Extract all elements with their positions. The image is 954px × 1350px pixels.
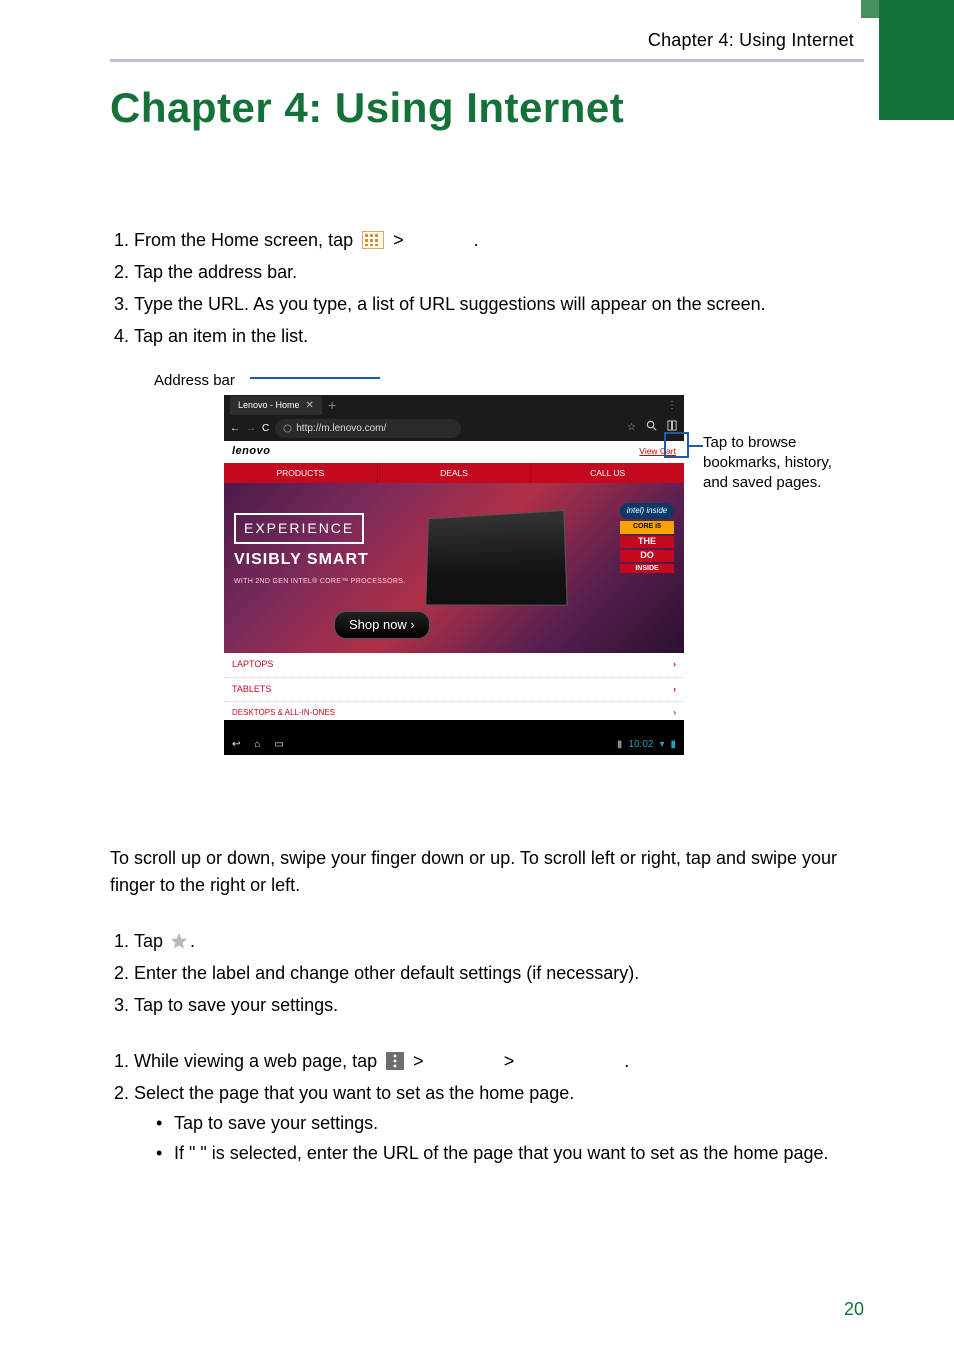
step-1-text-a: From the Home screen, tap: [134, 230, 358, 250]
step-b1-period: .: [190, 931, 195, 951]
chevron-right-icon: ›: [673, 658, 676, 672]
ss-system-bar: ↩ ⌂ ▭ ▮ 10:02 ▾ ▮: [224, 735, 684, 755]
callout-line-2: [689, 445, 703, 447]
steps-open-browser: From the Home screen, tap > . Tap the ad…: [110, 227, 864, 351]
step-3: Type the URL. As you type, a list of URL…: [134, 291, 864, 319]
ss-tab-label: Lenovo - Home: [238, 399, 300, 413]
ss-badge-core: CORE i5: [620, 521, 674, 534]
ss-hero-laptop: [425, 510, 567, 606]
ss-list-tablets: TABLETS ›: [224, 678, 684, 703]
step-c1-gt2: >: [504, 1051, 520, 1071]
callout-address-bar-label: Address bar: [154, 369, 235, 392]
ss-wifi-icon: ▾: [659, 737, 664, 753]
step-c1-pre: While viewing a web page, tap: [134, 1051, 382, 1071]
step-1-period: .: [474, 230, 479, 250]
ss-forward-icon: →: [246, 421, 256, 437]
ss-star-icon: ☆: [627, 420, 636, 437]
ss-back-icon: ←: [230, 421, 240, 437]
ss-badge-do: DO: [620, 550, 674, 562]
step-2: Tap the address bar.: [134, 259, 864, 287]
ss-list-desktops: DESKTOPS & ALL-IN-ONES ›: [224, 702, 684, 719]
ss-sys-left: ↩ ⌂ ▭: [232, 737, 284, 753]
step-b2: Enter the label and change other default…: [134, 960, 864, 988]
bullet-other: If " " is selected, enter the URL of the…: [174, 1140, 864, 1168]
ss-list-label: LAPTOPS: [232, 658, 273, 672]
ss-url-bar: ← → C http://m.lenovo.com/ ☆: [224, 417, 684, 441]
ss-reload-icon: C: [262, 421, 269, 437]
ss-home-nav-icon: ⌂: [254, 737, 260, 753]
figure: Address bar Lenovo - Home ✕ + ⋮ ← → C: [110, 365, 864, 805]
ss-tab-close-icon: ✕: [306, 398, 314, 414]
header-rule: [110, 59, 864, 62]
callout-line-1: [250, 377, 380, 379]
step-4: Tap an item in the list.: [134, 323, 864, 351]
apps-grid-icon: [362, 230, 384, 248]
step-c1: While viewing a web page, tap > > .: [134, 1048, 864, 1076]
steps-bookmark: Tap . Enter the label and change other d…: [110, 928, 864, 1020]
ss-nav-deals: DEALS: [378, 463, 532, 483]
ss-hero-experience: EXPERIENCE: [234, 513, 364, 545]
ss-sys-right: ▮ 10:02 ▾ ▮: [617, 737, 676, 753]
ss-recent-nav-icon: ▭: [274, 737, 283, 753]
ss-nav-products: PRODUCTS: [224, 463, 378, 483]
chevron-right-icon: ›: [673, 683, 676, 697]
ss-logo: lenovo: [232, 443, 270, 460]
ss-intel-badge: intel) inside CORE i5 THE DO INSIDE: [620, 503, 674, 574]
ss-menu-icon: ⋮: [667, 398, 678, 414]
ss-hero-sub: WITH 2ND GEN INTEL® CORE™ PROCESSORS.: [234, 577, 405, 588]
ss-back-nav-icon: ↩: [232, 737, 240, 753]
body-text: From the Home screen, tap > . Tap the ad…: [110, 227, 864, 1168]
ss-hero-text: EXPERIENCE VISIBLY SMART WITH 2ND GEN IN…: [234, 513, 405, 588]
ss-badge-inside: INSIDE: [620, 564, 674, 574]
bullet-save: Tap to save your settings.: [174, 1110, 864, 1138]
callout-right-label: Tap to browse bookmarks, history, and sa…: [703, 433, 833, 494]
ss-url-text: http://m.lenovo.com/: [296, 421, 386, 437]
ss-hero-visibly-smart: VISIBLY SMART: [234, 548, 405, 573]
overflow-menu-icon: [386, 1051, 404, 1069]
ss-logo-row: lenovo View Cart: [224, 441, 684, 463]
chevron-right-icon: ›: [673, 707, 676, 719]
ss-badge-the: THE: [620, 536, 674, 548]
step-c2-bullets: Tap to save your settings. If " " is sel…: [134, 1110, 864, 1168]
ss-notif-icon: ▮: [617, 737, 623, 753]
page: Chapter 4: Using Internet Chapter 4: Usi…: [0, 0, 954, 1350]
step-b1-text: Tap: [134, 931, 168, 951]
step-c1-period: .: [624, 1051, 629, 1071]
ss-clock: 10:02: [628, 737, 653, 753]
step-1: From the Home screen, tap > .: [134, 227, 864, 255]
scroll-paragraph: To scroll up or down, swipe your finger …: [110, 845, 864, 901]
browser-screenshot: Lenovo - Home ✕ + ⋮ ← → C http://m.lenov…: [224, 395, 684, 755]
ss-new-tab-icon: +: [328, 395, 336, 417]
step-b3: Tap to save your settings.: [134, 992, 864, 1020]
star-icon: [170, 931, 188, 949]
ss-list-laptops: LAPTOPS ›: [224, 653, 684, 678]
running-head: Chapter 4: Using Internet: [110, 30, 864, 51]
ss-battery-icon: ▮: [670, 737, 676, 753]
step-c2: Select the page that you want to set as …: [134, 1080, 864, 1168]
callout-rect-bookmarks: [664, 432, 689, 458]
ss-category-list: LAPTOPS › TABLETS › DESKTOPS & ALL-IN-ONES…: [224, 653, 684, 720]
ss-search-icon: [646, 420, 657, 437]
step-b1: Tap .: [134, 928, 864, 956]
step-c1-gt1: >: [413, 1051, 429, 1071]
step-1-gt: >: [393, 230, 409, 250]
page-number: 20: [844, 1299, 864, 1320]
corner-tab: [879, 0, 954, 120]
ss-list-label: DESKTOPS & ALL-IN-ONES: [232, 707, 335, 719]
ss-tab-bar: Lenovo - Home ✕ + ⋮: [224, 395, 684, 417]
ss-hero: EXPERIENCE VISIBLY SMART WITH 2ND GEN IN…: [224, 483, 684, 653]
ss-tab: Lenovo - Home ✕: [230, 396, 322, 416]
ss-nav-tabs: PRODUCTS DEALS CALL US: [224, 463, 684, 483]
ss-nav-callus: CALL US: [531, 463, 684, 483]
steps-homepage: While viewing a web page, tap > > . Sele: [110, 1048, 864, 1168]
ss-shop-now-button: Shop now ›: [334, 611, 430, 639]
ss-list-label: TABLETS: [232, 683, 271, 697]
step-c2-text: Select the page that you want to set as …: [134, 1083, 574, 1103]
ss-url-field: http://m.lenovo.com/: [275, 419, 461, 439]
ss-badge-intel-inside: intel) inside: [620, 503, 674, 519]
chapter-title: Chapter 4: Using Internet: [110, 84, 864, 132]
